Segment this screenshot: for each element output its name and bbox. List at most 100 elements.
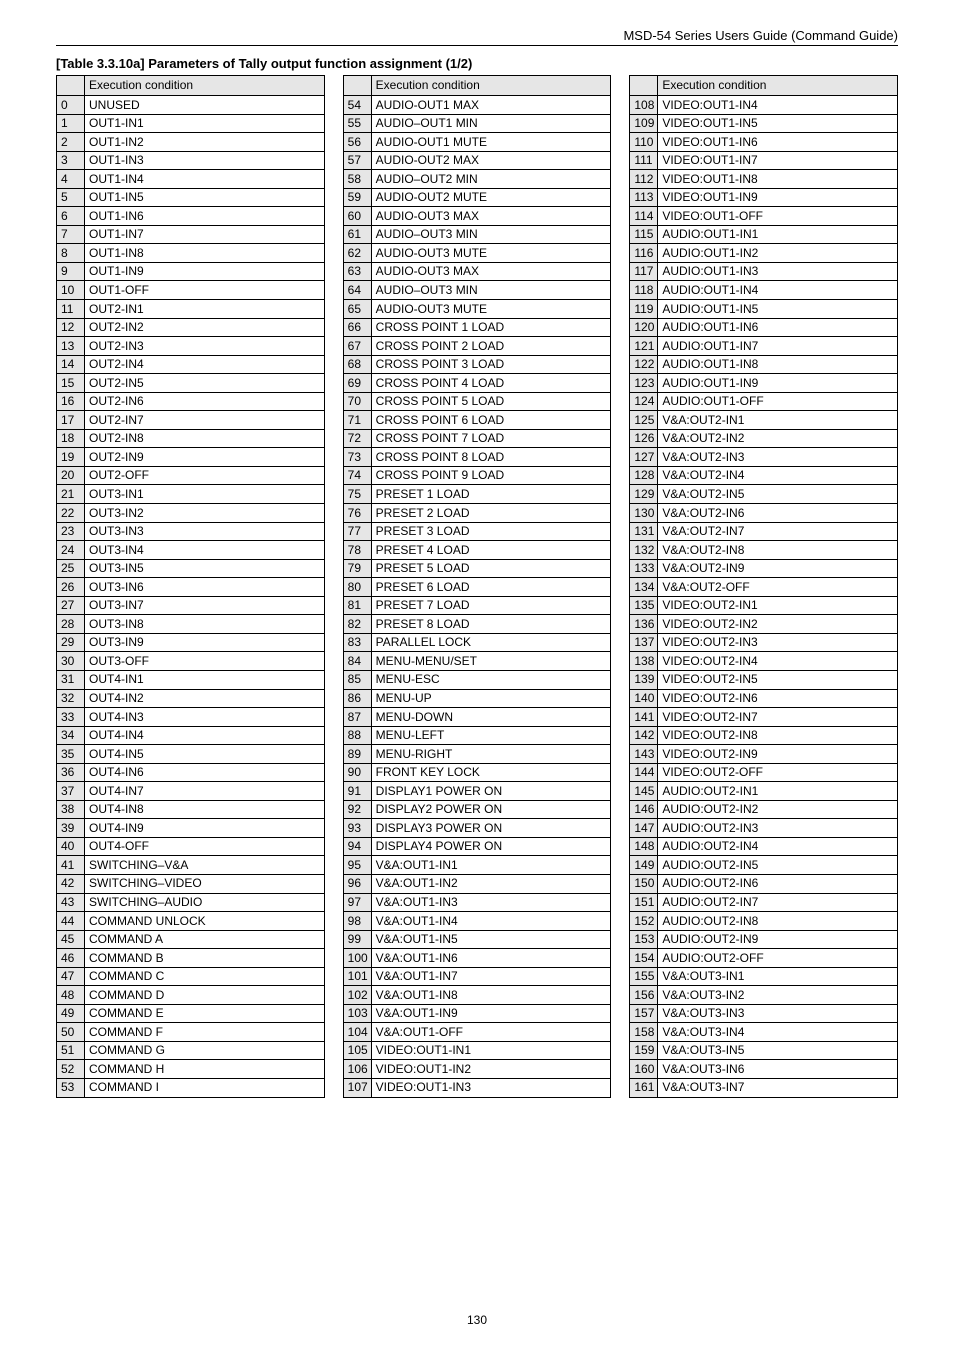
table-row: 26OUT3-IN6 bbox=[57, 578, 325, 597]
table-row: 114VIDEO:OUT1-OFF bbox=[630, 207, 898, 226]
row-index: 58 bbox=[343, 170, 371, 189]
table-row: 27OUT3-IN7 bbox=[57, 596, 325, 615]
row-index: 27 bbox=[57, 596, 85, 615]
row-condition: PRESET 8 LOAD bbox=[371, 615, 611, 634]
table-row: 137VIDEO:OUT2-IN3 bbox=[630, 633, 898, 652]
row-index: 2 bbox=[57, 133, 85, 152]
row-condition: V&A:OUT1-IN5 bbox=[371, 930, 611, 949]
table-row: 103V&A:OUT1-IN9 bbox=[343, 1004, 611, 1023]
row-condition: MENU-RIGHT bbox=[371, 745, 611, 764]
row-condition: VIDEO:OUT2-IN4 bbox=[658, 652, 898, 671]
row-condition: FRONT KEY LOCK bbox=[371, 763, 611, 782]
row-index: 124 bbox=[630, 392, 658, 411]
table-row: 45COMMAND A bbox=[57, 930, 325, 949]
row-condition: OUT3-IN6 bbox=[85, 578, 325, 597]
row-condition: AUDIO:OUT2-IN4 bbox=[658, 837, 898, 856]
row-condition: AUDIO-OUT3 MUTE bbox=[371, 300, 611, 319]
row-index: 161 bbox=[630, 1078, 658, 1097]
row-condition: AUDIO-OUT2 MAX bbox=[371, 151, 611, 170]
row-condition: AUDIO-OUT1 MAX bbox=[371, 96, 611, 115]
table-row: 130V&A:OUT2-IN6 bbox=[630, 504, 898, 523]
table-row: 87MENU-DOWN bbox=[343, 708, 611, 727]
table-row: 31OUT4-IN1 bbox=[57, 670, 325, 689]
row-condition: VIDEO:OUT2-IN5 bbox=[658, 670, 898, 689]
row-condition: OUT4-IN1 bbox=[85, 670, 325, 689]
row-condition: AUDIO–OUT2 MIN bbox=[371, 170, 611, 189]
table-row: 21OUT3-IN1 bbox=[57, 485, 325, 504]
row-index: 20 bbox=[57, 466, 85, 485]
row-index: 37 bbox=[57, 782, 85, 801]
row-index: 54 bbox=[343, 96, 371, 115]
row-index: 26 bbox=[57, 578, 85, 597]
row-index: 15 bbox=[57, 374, 85, 393]
table-row: 79PRESET 5 LOAD bbox=[343, 559, 611, 578]
row-condition: AUDIO:OUT1-IN4 bbox=[658, 281, 898, 300]
row-condition: COMMAND I bbox=[85, 1078, 325, 1097]
table-row: 64AUDIO–OUT3 MIN bbox=[343, 281, 611, 300]
table-row: 133V&A:OUT2-IN9 bbox=[630, 559, 898, 578]
row-index: 141 bbox=[630, 708, 658, 727]
table-row: 14OUT2-IN4 bbox=[57, 355, 325, 374]
row-index: 146 bbox=[630, 800, 658, 819]
table-row: 80PRESET 6 LOAD bbox=[343, 578, 611, 597]
row-index: 79 bbox=[343, 559, 371, 578]
row-condition: OUT1-IN5 bbox=[85, 188, 325, 207]
row-condition: OUT4-IN8 bbox=[85, 800, 325, 819]
row-condition: COMMAND D bbox=[85, 986, 325, 1005]
table-row: 24OUT3-IN4 bbox=[57, 541, 325, 560]
row-index: 114 bbox=[630, 207, 658, 226]
row-index: 6 bbox=[57, 207, 85, 226]
table-row: 53COMMAND I bbox=[57, 1078, 325, 1097]
row-index: 63 bbox=[343, 262, 371, 281]
row-condition: MENU-MENU/SET bbox=[371, 652, 611, 671]
row-condition: AUDIO:OUT2-IN6 bbox=[658, 874, 898, 893]
row-condition: OUT4-OFF bbox=[85, 837, 325, 856]
row-index: 60 bbox=[343, 207, 371, 226]
row-index: 46 bbox=[57, 949, 85, 968]
row-index: 80 bbox=[343, 578, 371, 597]
table-row: 33OUT4-IN3 bbox=[57, 708, 325, 727]
table-row: 97V&A:OUT1-IN3 bbox=[343, 893, 611, 912]
row-index: 98 bbox=[343, 912, 371, 931]
table-row: 4OUT1-IN4 bbox=[57, 170, 325, 189]
row-index: 134 bbox=[630, 578, 658, 597]
row-index: 76 bbox=[343, 504, 371, 523]
table-row: 68CROSS POINT 3 LOAD bbox=[343, 355, 611, 374]
row-condition: AUDIO:OUT1-IN7 bbox=[658, 337, 898, 356]
row-index: 93 bbox=[343, 819, 371, 838]
table-row: 72CROSS POINT 7 LOAD bbox=[343, 429, 611, 448]
row-index: 61 bbox=[343, 225, 371, 244]
table-row: 157V&A:OUT3-IN3 bbox=[630, 1004, 898, 1023]
row-index: 24 bbox=[57, 541, 85, 560]
row-index: 99 bbox=[343, 930, 371, 949]
table-row: 140VIDEO:OUT2-IN6 bbox=[630, 689, 898, 708]
row-condition: COMMAND UNLOCK bbox=[85, 912, 325, 931]
row-index: 159 bbox=[630, 1041, 658, 1060]
row-index: 64 bbox=[343, 281, 371, 300]
row-index: 14 bbox=[57, 355, 85, 374]
row-condition: OUT2-IN6 bbox=[85, 392, 325, 411]
row-condition: AUDIO:OUT1-IN1 bbox=[658, 225, 898, 244]
row-condition: V&A:OUT3-IN3 bbox=[658, 1004, 898, 1023]
table-row: 106VIDEO:OUT1-IN2 bbox=[343, 1060, 611, 1079]
row-index: 120 bbox=[630, 318, 658, 337]
table-row: 85MENU-ESC bbox=[343, 670, 611, 689]
row-condition: OUT2-IN1 bbox=[85, 300, 325, 319]
row-index: 131 bbox=[630, 522, 658, 541]
row-index: 132 bbox=[630, 541, 658, 560]
table-row: 123AUDIO:OUT1-IN9 bbox=[630, 374, 898, 393]
row-index: 150 bbox=[630, 874, 658, 893]
table-row: 115AUDIO:OUT1-IN1 bbox=[630, 225, 898, 244]
row-index: 106 bbox=[343, 1060, 371, 1079]
row-index: 153 bbox=[630, 930, 658, 949]
row-condition: V&A:OUT3-IN2 bbox=[658, 986, 898, 1005]
row-condition: OUT2-IN3 bbox=[85, 337, 325, 356]
table-row: 154AUDIO:OUT2-OFF bbox=[630, 949, 898, 968]
row-condition: VIDEO:OUT2-IN3 bbox=[658, 633, 898, 652]
table-row: 61AUDIO–OUT3 MIN bbox=[343, 225, 611, 244]
row-condition: VIDEO:OUT1-IN6 bbox=[658, 133, 898, 152]
row-index: 109 bbox=[630, 114, 658, 133]
row-condition: AUDIO:OUT2-IN2 bbox=[658, 800, 898, 819]
row-condition: SWITCHING–AUDIO bbox=[85, 893, 325, 912]
table-row: 127V&A:OUT2-IN3 bbox=[630, 448, 898, 467]
